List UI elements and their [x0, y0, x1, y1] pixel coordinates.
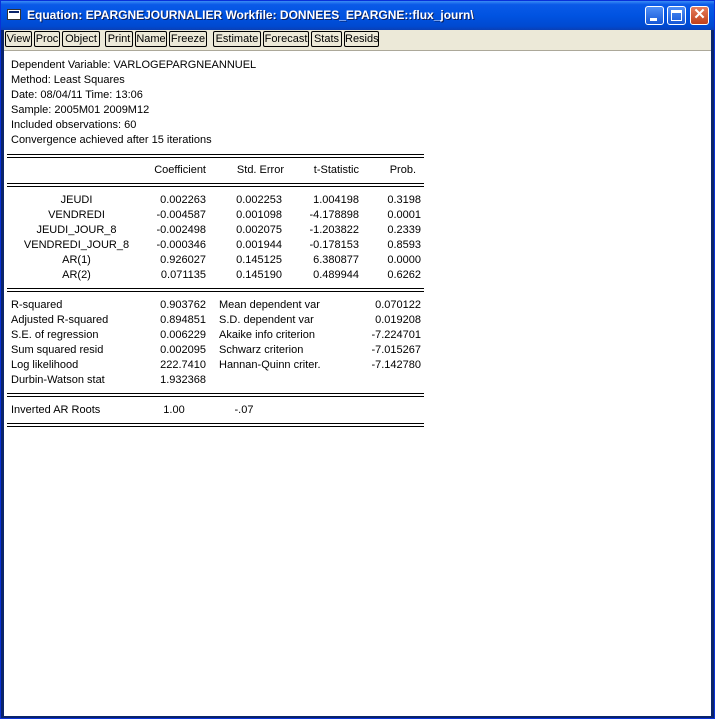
stat-value: 0.006229 [160, 329, 206, 341]
title-bar[interactable]: Equation: EPARGNEJOURNALIER Workfile: DO… [1, 1, 714, 30]
convergence-line: Convergence achieved after 15 iterations [11, 134, 212, 146]
coefficient-value: 0.002263 [160, 194, 206, 206]
prob-value: 0.2339 [387, 224, 421, 236]
maximize-icon [671, 10, 682, 21]
t-statistic-value: -1.203822 [309, 224, 359, 236]
t-statistic-value: 0.489944 [313, 269, 359, 281]
toolbar: View Proc Object Print Name Freeze Estim… [4, 30, 711, 51]
column-header-std-error: Std. Error [236, 164, 284, 176]
divider [7, 154, 424, 155]
inverted-ar-roots-label: Inverted AR Roots [11, 404, 101, 416]
divider [7, 288, 424, 289]
std-error-value: 0.001944 [236, 239, 282, 251]
print-button[interactable]: Print [105, 31, 133, 47]
t-statistic-value: -4.178898 [309, 209, 359, 221]
forecast-button[interactable]: Forecast [263, 31, 309, 47]
stat-value: 1.932368 [160, 374, 206, 386]
t-statistic-value: 1.004198 [313, 194, 359, 206]
view-button[interactable]: View [5, 31, 32, 47]
stat-label: Log likelihood [11, 359, 79, 371]
equation-window: Equation: EPARGNEJOURNALIER Workfile: DO… [0, 0, 715, 719]
stat-label: R-squared [11, 299, 63, 311]
prob-value: 0.0001 [387, 209, 421, 221]
divider [7, 423, 424, 424]
stat-value: 0.903762 [160, 299, 206, 311]
freeze-button[interactable]: Freeze [169, 31, 207, 47]
divider [7, 291, 424, 292]
stats-button[interactable]: Stats [311, 31, 342, 47]
stat-label: S.E. of regression [11, 329, 99, 341]
window-title: Equation: EPARGNEJOURNALIER Workfile: DO… [27, 8, 474, 22]
std-error-value: 0.002253 [236, 194, 282, 206]
ar-root-value: -.07 [234, 404, 254, 416]
stat-label: Schwarz criterion [219, 344, 304, 356]
std-error-value: 0.002075 [236, 224, 282, 236]
column-header-t-statistic: t-Statistic [313, 164, 359, 176]
minimize-icon [650, 18, 657, 21]
std-error-value: 0.145190 [236, 269, 282, 281]
prob-value: 0.0000 [387, 254, 421, 266]
stat-label: Hannan-Quinn criter. [219, 359, 321, 371]
stat-label: Sum squared resid [11, 344, 104, 356]
window-app-icon[interactable] [7, 9, 21, 20]
column-header-coefficient: Coefficient [154, 164, 206, 176]
resids-button[interactable]: Resids [344, 31, 379, 47]
date-line: Date: 08/04/11 Time: 13:06 [11, 89, 143, 101]
name-button[interactable]: Name [135, 31, 167, 47]
divider [7, 186, 424, 187]
coefficient-value: 0.926027 [160, 254, 206, 266]
coefficient-value: 0.071135 [160, 269, 206, 281]
std-error-value: 0.145125 [236, 254, 282, 266]
stat-value: 0.070122 [375, 299, 421, 311]
stat-value: -7.224701 [371, 329, 421, 341]
minimize-button[interactable] [645, 6, 664, 25]
close-icon: ✕ [693, 6, 706, 23]
std-error-value: 0.001098 [236, 209, 282, 221]
estimate-button[interactable]: Estimate [213, 31, 261, 47]
method-line: Method: Least Squares [11, 74, 125, 86]
column-header-prob: Prob. [389, 164, 416, 176]
stat-value: 0.002095 [160, 344, 206, 356]
ar-root-value: 1.00 [163, 404, 185, 416]
t-statistic-value: -0.178153 [309, 239, 359, 251]
stat-label: Adjusted R-squared [11, 314, 109, 326]
proc-button[interactable]: Proc [34, 31, 60, 47]
divider [7, 396, 424, 397]
prob-value: 0.8593 [387, 239, 421, 251]
divider [7, 157, 424, 158]
object-button[interactable]: Object [62, 31, 100, 47]
stat-value: 0.894851 [160, 314, 206, 326]
stat-label: Mean dependent var [219, 299, 320, 311]
stat-label: Akaike info criterion [219, 329, 315, 341]
prob-value: 0.3198 [387, 194, 421, 206]
window-client-area: View Proc Object Print Name Freeze Estim… [4, 30, 711, 716]
divider [7, 183, 424, 184]
prob-value: 0.6262 [387, 269, 421, 281]
divider [7, 393, 424, 394]
stat-value: 0.019208 [375, 314, 421, 326]
maximize-button[interactable] [667, 6, 686, 25]
stat-value: -7.015267 [371, 344, 421, 356]
stat-label: S.D. dependent var [219, 314, 314, 326]
t-statistic-value: 6.380877 [313, 254, 359, 266]
stat-label: Durbin-Watson stat [11, 374, 105, 386]
stat-value: 222.7410 [160, 359, 206, 371]
sample-line: Sample: 2005M01 2009M12 [11, 104, 150, 116]
coefficient-value: -0.004587 [156, 209, 206, 221]
stat-value: -7.142780 [371, 359, 421, 371]
divider [7, 426, 424, 427]
observations-line: Included observations: 60 [11, 119, 137, 131]
coefficient-value: -0.000346 [156, 239, 206, 251]
dependent-variable-line: Dependent Variable: VARLOGEPARGNEANNUEL [11, 59, 257, 71]
close-button[interactable]: ✕ [690, 6, 709, 25]
coefficient-value: -0.002498 [156, 224, 206, 236]
